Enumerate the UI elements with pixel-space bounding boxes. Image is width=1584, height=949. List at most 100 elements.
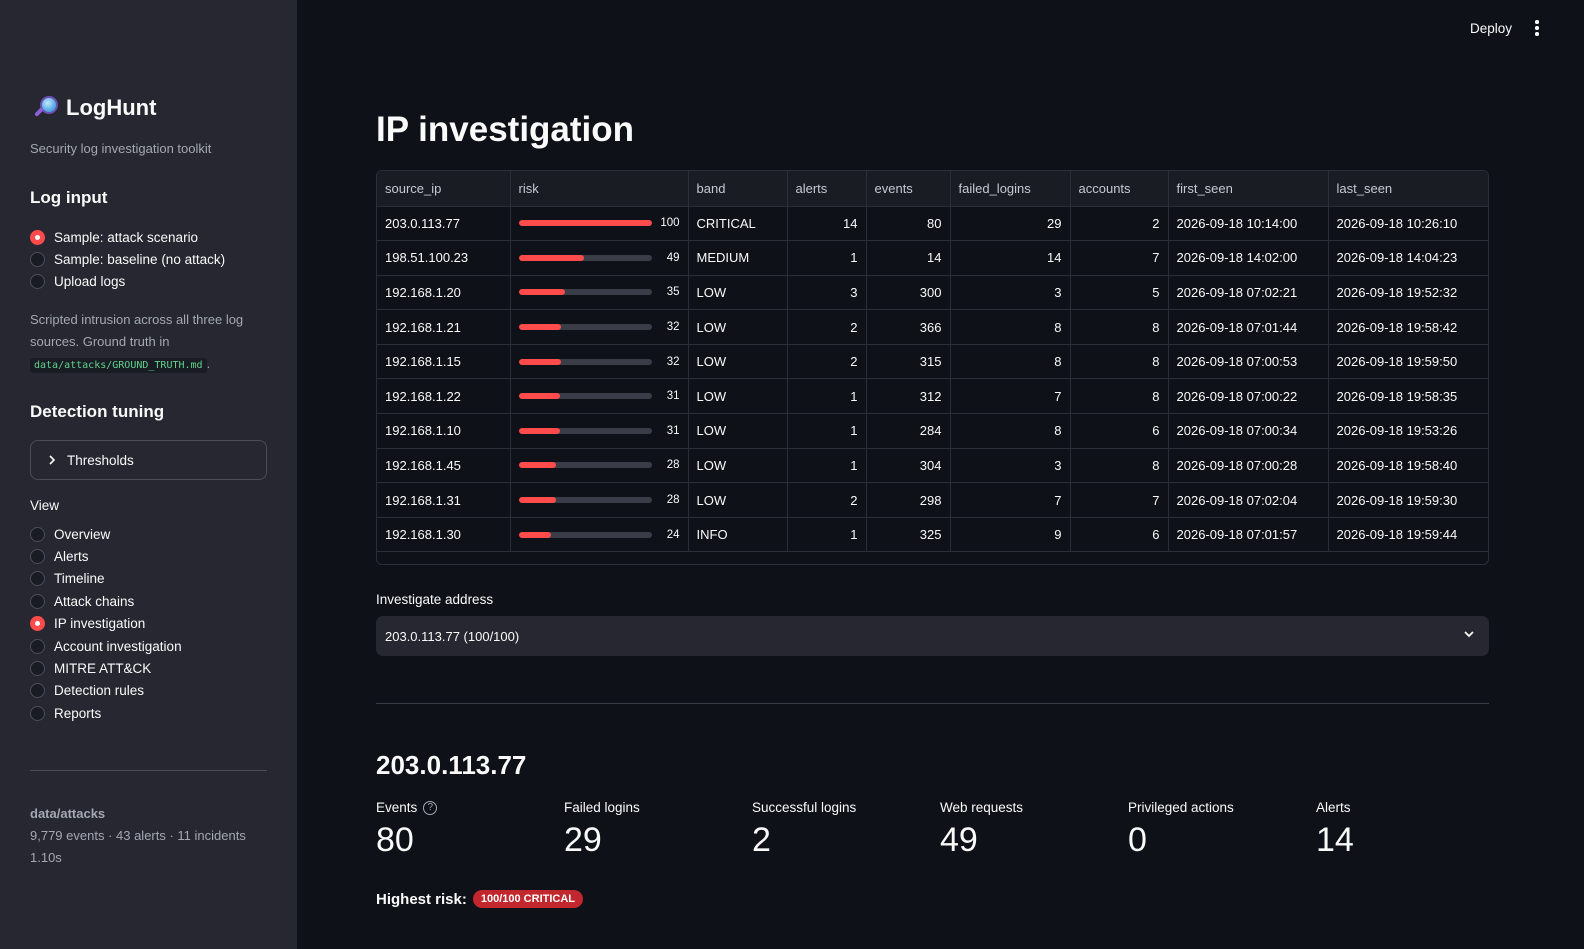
- cell-events: 325: [866, 517, 951, 553]
- cell-alerts: 1: [787, 378, 867, 415]
- cell-accounts: 2: [1070, 206, 1169, 242]
- radio-icon[interactable]: [30, 252, 45, 268]
- radio-selected-icon[interactable]: [30, 229, 45, 245]
- cell-first-seen: 2026-09-18 07:02:21: [1168, 275, 1329, 311]
- cell-first-seen: 2026-09-18 07:00:34: [1168, 413, 1329, 449]
- table-row[interactable]: 192.168.1.15 32 LOW 2 315 8 8 2026-09-18 07:00:…: [377, 344, 1488, 380]
- radio-icon[interactable]: [30, 705, 45, 721]
- cell-events: 366: [866, 309, 951, 345]
- cell-failed-logins: 7: [950, 378, 1071, 415]
- view-label: View: [30, 498, 60, 513]
- kebab-menu-icon[interactable]: [1530, 20, 1544, 40]
- cell-risk: 35: [510, 275, 689, 311]
- help-icon[interactable]: ?: [423, 800, 438, 815]
- risk-bar: [518, 393, 652, 400]
- radio-icon[interactable]: [30, 661, 45, 677]
- table-header-row: source_ip risk band alerts events failed_logi…: [377, 171, 1488, 207]
- risk-value: 24: [666, 528, 680, 541]
- table-row[interactable]: 192.168.1.30 24 INFO 1 325 9 6 2026-09-18 07:01…: [377, 517, 1488, 553]
- column-header-failed-logins[interactable]: failed_logins: [950, 171, 1071, 207]
- log-input-option[interactable]: Sample: attack scenario: [30, 226, 225, 248]
- log-input-option[interactable]: Sample: baseline (no attack): [30, 248, 225, 270]
- column-header-first-seen[interactable]: first_seen: [1168, 171, 1329, 207]
- column-header-accounts[interactable]: accounts: [1070, 171, 1169, 207]
- thresholds-expander[interactable]: Thresholds: [30, 440, 267, 480]
- log-input-radio-group: Sample: attack scenario Sample: baseline…: [30, 226, 225, 293]
- view-option-label: Overview: [54, 526, 111, 542]
- radio-icon[interactable]: [30, 526, 45, 542]
- metric-label: Failed logins: [564, 800, 640, 815]
- table-body: 203.0.113.77 100 CRITICAL 14 80 29 2 2026-09-18…: [377, 206, 1488, 553]
- column-header-band[interactable]: band: [688, 171, 788, 207]
- view-option-alerts[interactable]: Alerts: [30, 545, 182, 567]
- footer-source: data/attacks: [30, 806, 106, 821]
- risk-bar-fill: [518, 358, 562, 365]
- view-option-overview[interactable]: Overview: [30, 523, 182, 545]
- cell-failed-logins: 9: [950, 517, 1071, 553]
- table-row[interactable]: 203.0.113.77 100 CRITICAL 14 80 29 2 2026-09-18…: [377, 206, 1488, 242]
- cell-band: LOW: [688, 448, 788, 484]
- table-row[interactable]: 192.168.1.21 32 LOW 2 366 8 8 2026-09-18 07:01:…: [377, 309, 1488, 345]
- view-option-detection-rules[interactable]: Detection rules: [30, 680, 182, 702]
- table-row[interactable]: 192.168.1.45 28 LOW 1 304 3 8 2026-09-18 07:00:…: [377, 448, 1488, 484]
- view-option-attack-chains[interactable]: Attack chains: [30, 590, 182, 612]
- view-option-timeline[interactable]: Timeline: [30, 568, 182, 590]
- log-input-option-label: Sample: baseline (no attack): [54, 252, 226, 268]
- risk-bar-fill: [518, 220, 652, 227]
- column-header-alerts[interactable]: alerts: [787, 171, 867, 207]
- radio-icon[interactable]: [30, 638, 45, 654]
- cell-source-ip: 192.168.1.22: [377, 378, 511, 415]
- cell-events: 298: [866, 482, 951, 518]
- cell-source-ip: 192.168.1.20: [377, 275, 511, 311]
- cell-source-ip: 192.168.1.31: [377, 482, 511, 518]
- log-input-option[interactable]: Upload logs: [30, 271, 225, 293]
- radio-selected-icon[interactable]: [30, 616, 45, 632]
- radio-icon[interactable]: [30, 549, 45, 565]
- cell-band: LOW: [688, 309, 788, 345]
- footer-stats: 9,779 events · 43 alerts · 11 incidents: [30, 828, 246, 843]
- metric-label: Web requests: [940, 800, 1024, 815]
- metric-value: 29: [564, 821, 602, 859]
- column-header-source-ip[interactable]: source_ip: [377, 171, 511, 207]
- cell-source-ip: 198.51.100.23: [377, 240, 511, 276]
- cell-first-seen: 2026-09-18 07:01:44: [1168, 309, 1329, 345]
- metric-events: Events? 80: [376, 800, 438, 860]
- description-suffix: .: [206, 356, 211, 371]
- radio-icon[interactable]: [30, 571, 45, 587]
- view-option-label: Timeline: [54, 571, 105, 587]
- column-header-risk[interactable]: risk: [510, 171, 689, 207]
- column-header-events[interactable]: events: [866, 171, 951, 207]
- risk-value: 31: [666, 424, 680, 437]
- table-row[interactable]: 192.168.1.22 31 LOW 1 312 7 8 2026-09-18 07:00:…: [377, 378, 1488, 415]
- risk-bar-fill: [518, 393, 560, 400]
- metric-value: 80: [376, 821, 414, 859]
- view-option-mitre[interactable]: MITRE ATT&CK: [30, 657, 182, 679]
- table-row[interactable]: 192.168.1.20 35 LOW 3 300 3 5 2026-09-18 07:02:…: [377, 275, 1488, 311]
- cell-failed-logins: 8: [950, 413, 1071, 449]
- radio-icon[interactable]: [30, 593, 45, 609]
- ip-table[interactable]: source_ip risk band alerts events failed_logi…: [376, 170, 1489, 565]
- metric-privileged-actions: Privileged actions 0: [1128, 800, 1234, 860]
- cell-risk: 28: [510, 448, 689, 484]
- table-row[interactable]: 192.168.1.31 28 LOW 2 298 7 7 2026-09-18 07:02:…: [377, 482, 1488, 518]
- radio-icon[interactable]: [30, 274, 45, 290]
- view-option-account-investigation[interactable]: Account investigation: [30, 635, 182, 657]
- table-row[interactable]: 192.168.1.10 31 LOW 1 284 8 6 2026-09-18 07:00:…: [377, 413, 1488, 449]
- footer-time: 1.10s: [30, 850, 62, 865]
- deploy-button[interactable]: Deploy: [1462, 19, 1520, 38]
- view-option-reports[interactable]: Reports: [30, 702, 182, 724]
- cell-alerts: 1: [787, 413, 867, 449]
- view-option-label: MITRE ATT&CK: [54, 661, 152, 677]
- metric-value: 49: [940, 821, 978, 859]
- highest-risk: Highest risk: 100/100 CRITICAL: [376, 890, 584, 908]
- view-option-ip-investigation[interactable]: IP investigation: [30, 613, 182, 635]
- view-option-label: Account investigation: [54, 638, 182, 654]
- table-row[interactable]: 198.51.100.23 49 MEDIUM 1 14 14 7 2026-09-18 14…: [377, 240, 1488, 276]
- column-header-last-seen[interactable]: last_seen: [1328, 171, 1488, 207]
- cell-band: MEDIUM: [688, 240, 788, 276]
- brand: LogHunt: [30, 94, 156, 122]
- cell-first-seen: 2026-09-18 07:02:04: [1168, 482, 1329, 518]
- radio-icon[interactable]: [30, 683, 45, 699]
- investigate-address-select[interactable]: 203.0.113.77 (100/100): [376, 616, 1489, 656]
- cell-alerts: 2: [787, 309, 867, 345]
